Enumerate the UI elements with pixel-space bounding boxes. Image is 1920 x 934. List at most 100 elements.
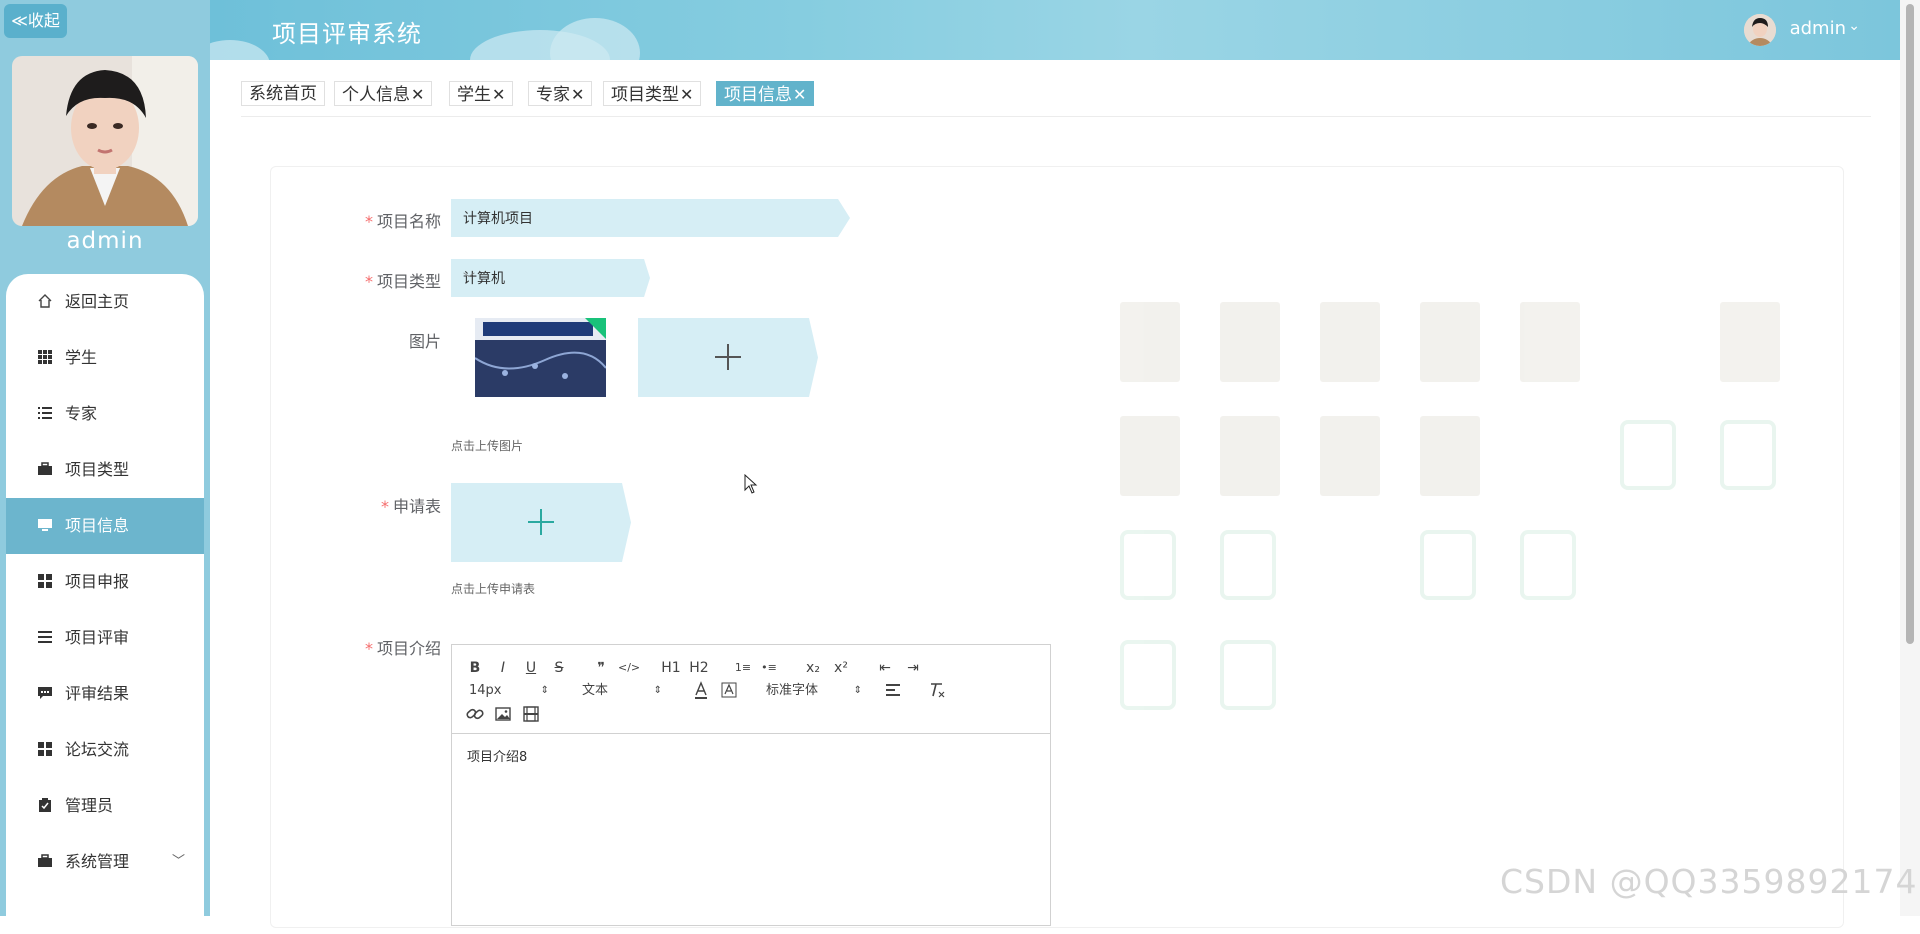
sidebar-item-label: 系统管理 [65, 852, 130, 871]
form-label-wrap: * 项目介绍 [0, 635, 441, 658]
tab-label: 专家 [536, 85, 570, 105]
sidebar-item-admin[interactable]: 管理员 [6, 778, 204, 834]
subscript-button[interactable]: x₂ [802, 657, 824, 679]
tab-home[interactable]: 系统首页 [241, 81, 325, 106]
clear-format-icon[interactable] [926, 679, 948, 701]
tab-label: 系统首页 [249, 84, 317, 104]
avatar [1744, 14, 1776, 46]
upload-hint-image: 点击上传图片 [451, 439, 524, 453]
tab-experts[interactable]: 专家✕ [528, 81, 593, 106]
file-thumbnail [1520, 302, 1580, 382]
project-name-input[interactable]: 计算机项目 [451, 199, 850, 237]
heading2-button[interactable]: H2 [688, 657, 710, 679]
video-icon[interactable] [520, 703, 542, 725]
grid-icon [38, 350, 52, 364]
image-icon[interactable] [492, 703, 514, 725]
comment-icon [38, 687, 52, 699]
list-icon [38, 407, 52, 419]
tab-project-type[interactable]: 项目类型✕ [603, 81, 702, 106]
file-thumbnail [1420, 302, 1480, 382]
chevron-down-icon: ﹀ [463, 271, 476, 286]
avatar [12, 56, 198, 226]
sidebar-item-label: 评审结果 [65, 684, 130, 703]
project-type-select[interactable]: 计算机 ﹀ [451, 259, 650, 297]
close-icon[interactable]: ✕ [411, 85, 424, 104]
heading1-button[interactable]: H1 [660, 657, 682, 679]
spreadsheet-icon [1120, 640, 1176, 710]
bold-button[interactable]: B [464, 657, 486, 679]
clipboard-icon [39, 798, 51, 812]
sidebar-item-label: 项目申报 [65, 572, 130, 591]
outdent-button[interactable]: ⇤ [874, 657, 896, 679]
sidebar-item-forum[interactable]: 论坛交流 [6, 722, 204, 778]
watermark: CSDN @QQ3359892174 [1500, 862, 1918, 901]
sidebar: ≪收起 admin 返回主页 学生 专家 项目类型 项目信息 项目申报 项目评审… [0, 0, 210, 934]
user-menu[interactable]: admin ⌄ [1720, 14, 1860, 46]
underline-button[interactable]: U [520, 657, 542, 679]
rich-text-editor[interactable]: B I U S ❞ </> H1 H2 1≡ •≡ x₂ x² ⇤ ⇥ 14px… [451, 644, 1051, 926]
sidebar-item-experts[interactable]: 专家 [6, 386, 204, 442]
tab-profile[interactable]: 个人信息✕ [334, 81, 433, 106]
ordered-list-button[interactable]: 1≡ [732, 657, 754, 679]
page-scrollbar[interactable] [1900, 0, 1920, 916]
close-icon[interactable]: ✕ [492, 85, 505, 104]
align-icon[interactable] [882, 679, 904, 701]
sidebar-item-project-type[interactable]: 项目类型 [6, 442, 204, 498]
sidebar-item-review-result[interactable]: 评审结果 [6, 666, 204, 722]
indent-button[interactable]: ⇥ [902, 657, 924, 679]
strike-button[interactable]: S [548, 657, 570, 679]
text-style-select[interactable]: 文本 ⇕ [582, 681, 662, 701]
italic-button[interactable]: I [492, 657, 514, 679]
form-label-wrap: * 项目名称 [0, 208, 441, 231]
spreadsheet-icon [1220, 640, 1276, 710]
sidebar-item-system[interactable]: 系统管理 ﹀ [6, 834, 204, 890]
spreadsheet-icon [1520, 530, 1576, 600]
tab-label: 个人信息 [342, 85, 410, 105]
font-family-select[interactable]: 标准字体 ⇕ [766, 681, 862, 701]
page-title: 项目评审系统 [272, 20, 422, 48]
code-block-button[interactable]: </> [618, 657, 640, 679]
superscript-button[interactable]: x² [830, 657, 852, 679]
select-arrow-icon: ⇕ [653, 685, 662, 696]
field-label-name: * 项目名称 [364, 212, 441, 231]
editor-toolbar: B I U S ❞ </> H1 H2 1≡ •≡ x₂ x² ⇤ ⇥ 14px… [452, 645, 1050, 734]
background-color-icon[interactable] [718, 679, 740, 701]
spreadsheet-icon [1220, 530, 1276, 600]
cloud-decoration [210, 40, 270, 60]
field-label-type: * 项目类型 [364, 272, 441, 291]
spreadsheet-icon [1720, 420, 1776, 490]
blockquote-button[interactable]: ❞ [590, 657, 612, 679]
application-upload-button[interactable] [451, 483, 631, 562]
scrollbar-thumb[interactable] [1906, 4, 1914, 644]
sidebar-item-label: 管理员 [65, 796, 114, 815]
apps-icon [38, 742, 52, 756]
input-value: 计算机项目 [463, 211, 533, 227]
plus-icon [540, 509, 542, 535]
tab-label: 项目类型 [611, 85, 679, 105]
tab-label: 学生 [457, 85, 491, 105]
close-icon[interactable]: ✕ [793, 85, 806, 104]
editor-content[interactable]: 项目介绍8 [467, 746, 527, 765]
form-label-wrap: * 项目类型 [0, 268, 441, 291]
spreadsheet-icon [1620, 420, 1676, 490]
sidebar-username: admin [66, 228, 144, 254]
uploaded-image-thumbnail[interactable] [475, 318, 606, 397]
file-thumbnail [1120, 302, 1180, 382]
font-size-select[interactable]: 14px ⇕ [469, 681, 549, 701]
file-thumbnail [1420, 416, 1480, 496]
font-color-icon[interactable] [690, 679, 712, 701]
field-label-image: 图片 [408, 332, 441, 351]
sidebar-item-project-apply[interactable]: 项目申报 [6, 554, 204, 610]
monitor-icon [38, 519, 52, 531]
close-icon[interactable]: ✕ [571, 85, 584, 104]
image-upload-button[interactable] [638, 318, 818, 397]
plus-icon [727, 344, 729, 370]
briefcase-icon [38, 854, 52, 867]
apps-icon [38, 574, 52, 588]
bullet-list-button[interactable]: •≡ [758, 657, 780, 679]
collapse-button[interactable]: ≪收起 [4, 4, 67, 38]
link-icon[interactable] [464, 703, 486, 725]
close-icon[interactable]: ✕ [680, 85, 693, 104]
tab-students[interactable]: 学生✕ [449, 81, 514, 106]
tab-project-info[interactable]: 项目信息✕ [716, 81, 815, 106]
